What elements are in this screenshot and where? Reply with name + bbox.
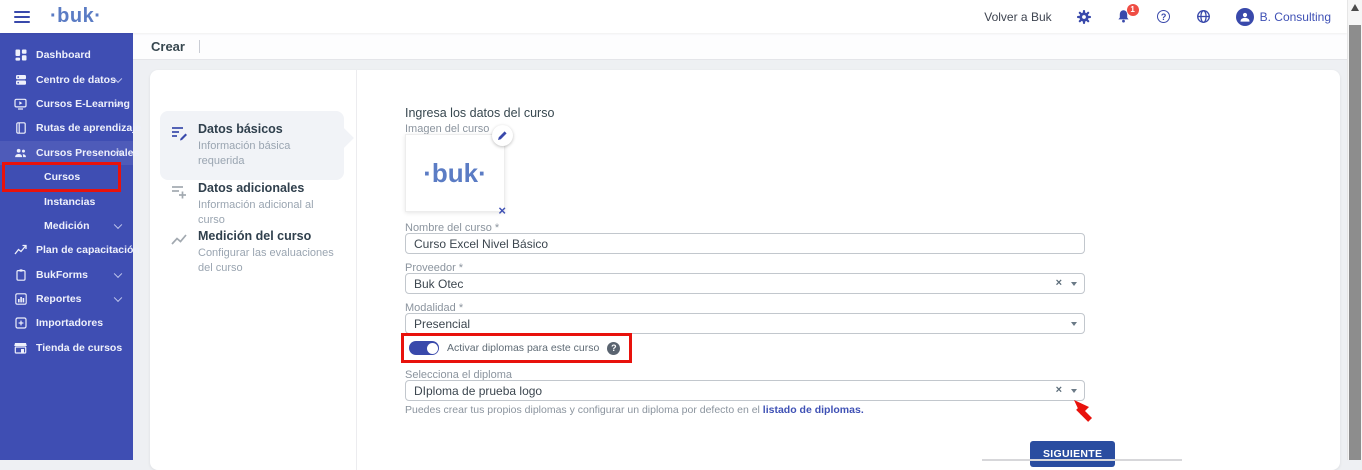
- globe-icon[interactable]: [1196, 9, 1212, 25]
- dropdown-caret-icon: [1071, 282, 1077, 286]
- sidebar-item-cursos-presenciales[interactable]: Cursos Presenciales: [0, 141, 133, 165]
- modalidad-select[interactable]: Presencial: [405, 313, 1085, 334]
- sidebar-item-instancias[interactable]: Instancias: [0, 189, 133, 213]
- chevron-down-icon: [114, 269, 122, 277]
- book-icon: [14, 122, 27, 135]
- siguiente-button[interactable]: SIGUIENTE: [1030, 441, 1115, 467]
- course-form: Ingresa los datos del curso Imagen del c…: [405, 70, 1105, 470]
- training-plan-chart-icon: [14, 244, 27, 257]
- card-bottom-divider: [982, 459, 1182, 461]
- annotation-red-arrow: [1072, 398, 1100, 427]
- diplomas-toggle-row: Activar diplomas para este curso ?: [405, 339, 624, 357]
- sidebar-item-tienda-de-cursos[interactable]: Tienda de cursos: [0, 336, 133, 360]
- scrollbar-thumb[interactable]: [1349, 25, 1361, 460]
- tooltip-help-icon[interactable]: ?: [607, 342, 620, 355]
- main-content: Crear Datos básicos Información básica r…: [133, 33, 1347, 460]
- sidebar-item-reportes[interactable]: Reportes: [0, 287, 133, 311]
- gear-icon[interactable]: [1076, 9, 1092, 25]
- people-icon: [14, 146, 27, 159]
- hamburger-menu-icon[interactable]: [14, 11, 30, 23]
- dashboard-icon: [14, 49, 27, 62]
- title-divider: [199, 40, 200, 53]
- activar-diplomas-toggle[interactable]: [409, 341, 439, 355]
- volver-a-buk-link[interactable]: Volver a Buk: [984, 10, 1051, 24]
- edit-image-button[interactable]: [492, 125, 513, 146]
- remove-image-button[interactable]: ×: [498, 204, 506, 217]
- trend-line-icon: [170, 231, 188, 249]
- notifications-bell-icon[interactable]: 1: [1116, 9, 1132, 25]
- top-header: ·buk· Volver a Buk 1 ?: [0, 0, 1347, 33]
- sidebar-item-cursos[interactable]: Cursos: [0, 165, 133, 189]
- steps-panel: Datos básicos Información básica requeri…: [150, 70, 357, 470]
- sidebar-item-plan-de-capacitacion[interactable]: Plan de capacitación: [0, 238, 133, 262]
- scrollbar-up-arrow[interactable]: [1351, 4, 1359, 11]
- clipboard-icon: [14, 268, 27, 281]
- sidebar-item-medicion[interactable]: Medición: [0, 214, 133, 238]
- sidebar-item-cursos-elearning[interactable]: Cursos E-Learning: [0, 92, 133, 116]
- dropdown-caret-icon: [1071, 389, 1077, 393]
- clear-selection-icon[interactable]: ×: [1056, 385, 1062, 396]
- diploma-select[interactable]: DIploma de prueba logo ×: [405, 380, 1085, 401]
- step-medicion-del-curso[interactable]: Medición del curso Configurar las evalua…: [160, 218, 344, 287]
- help-icon[interactable]: ?: [1156, 9, 1172, 25]
- elearning-screen-icon: [14, 97, 27, 110]
- listado-de-diplomas-link[interactable]: listado de diplomas.: [763, 404, 864, 416]
- sidebar-item-bukforms[interactable]: BukForms: [0, 263, 133, 287]
- user-name: B. Consulting: [1260, 10, 1331, 24]
- add-lines-icon: [170, 183, 188, 201]
- chevron-down-icon: [114, 294, 122, 302]
- edit-lines-icon: [170, 124, 188, 142]
- sidebar-item-rutas-de-aprendizaje[interactable]: Rutas de aprendizaje: [0, 116, 133, 140]
- import-plus-icon: [14, 317, 27, 330]
- store-icon: [14, 341, 27, 354]
- pencil-icon: [497, 130, 508, 141]
- page-title-bar: Crear: [133, 33, 1347, 60]
- page-title: Crear: [151, 39, 185, 54]
- sidebar-item-dashboard[interactable]: Dashboard: [0, 43, 133, 67]
- sidebar: Dashboard Centro de datos Cursos E-Learn…: [0, 33, 133, 460]
- buk-logo: ·buk·: [50, 5, 101, 28]
- course-image-buk-logo: ·buk·: [423, 158, 487, 189]
- nombre-input[interactable]: [405, 233, 1085, 254]
- course-image-preview[interactable]: ·buk· ×: [405, 134, 505, 212]
- diploma-helper-text: Puedes crear tus propios diplomas y conf…: [405, 404, 864, 416]
- chevron-down-icon: [114, 220, 122, 228]
- database-icon: [14, 73, 27, 86]
- sidebar-item-centro-de-datos[interactable]: Centro de datos: [0, 67, 133, 91]
- bar-chart-icon: [14, 293, 27, 306]
- proveedor-select[interactable]: Buk Otec ×: [405, 273, 1085, 294]
- user-avatar: [1236, 8, 1254, 26]
- user-menu[interactable]: B. Consulting: [1236, 8, 1331, 26]
- clear-selection-icon[interactable]: ×: [1056, 278, 1062, 289]
- form-heading: Ingresa los datos del curso: [405, 106, 554, 120]
- toggle-label: Activar diplomas para este curso: [447, 342, 599, 354]
- course-create-card: Datos básicos Información básica requeri…: [150, 70, 1340, 470]
- notification-badge: 1: [1127, 4, 1139, 16]
- dropdown-caret-icon: [1071, 322, 1077, 326]
- sidebar-item-importadores[interactable]: Importadores: [0, 311, 133, 335]
- page-scrollbar[interactable]: [1347, 0, 1362, 460]
